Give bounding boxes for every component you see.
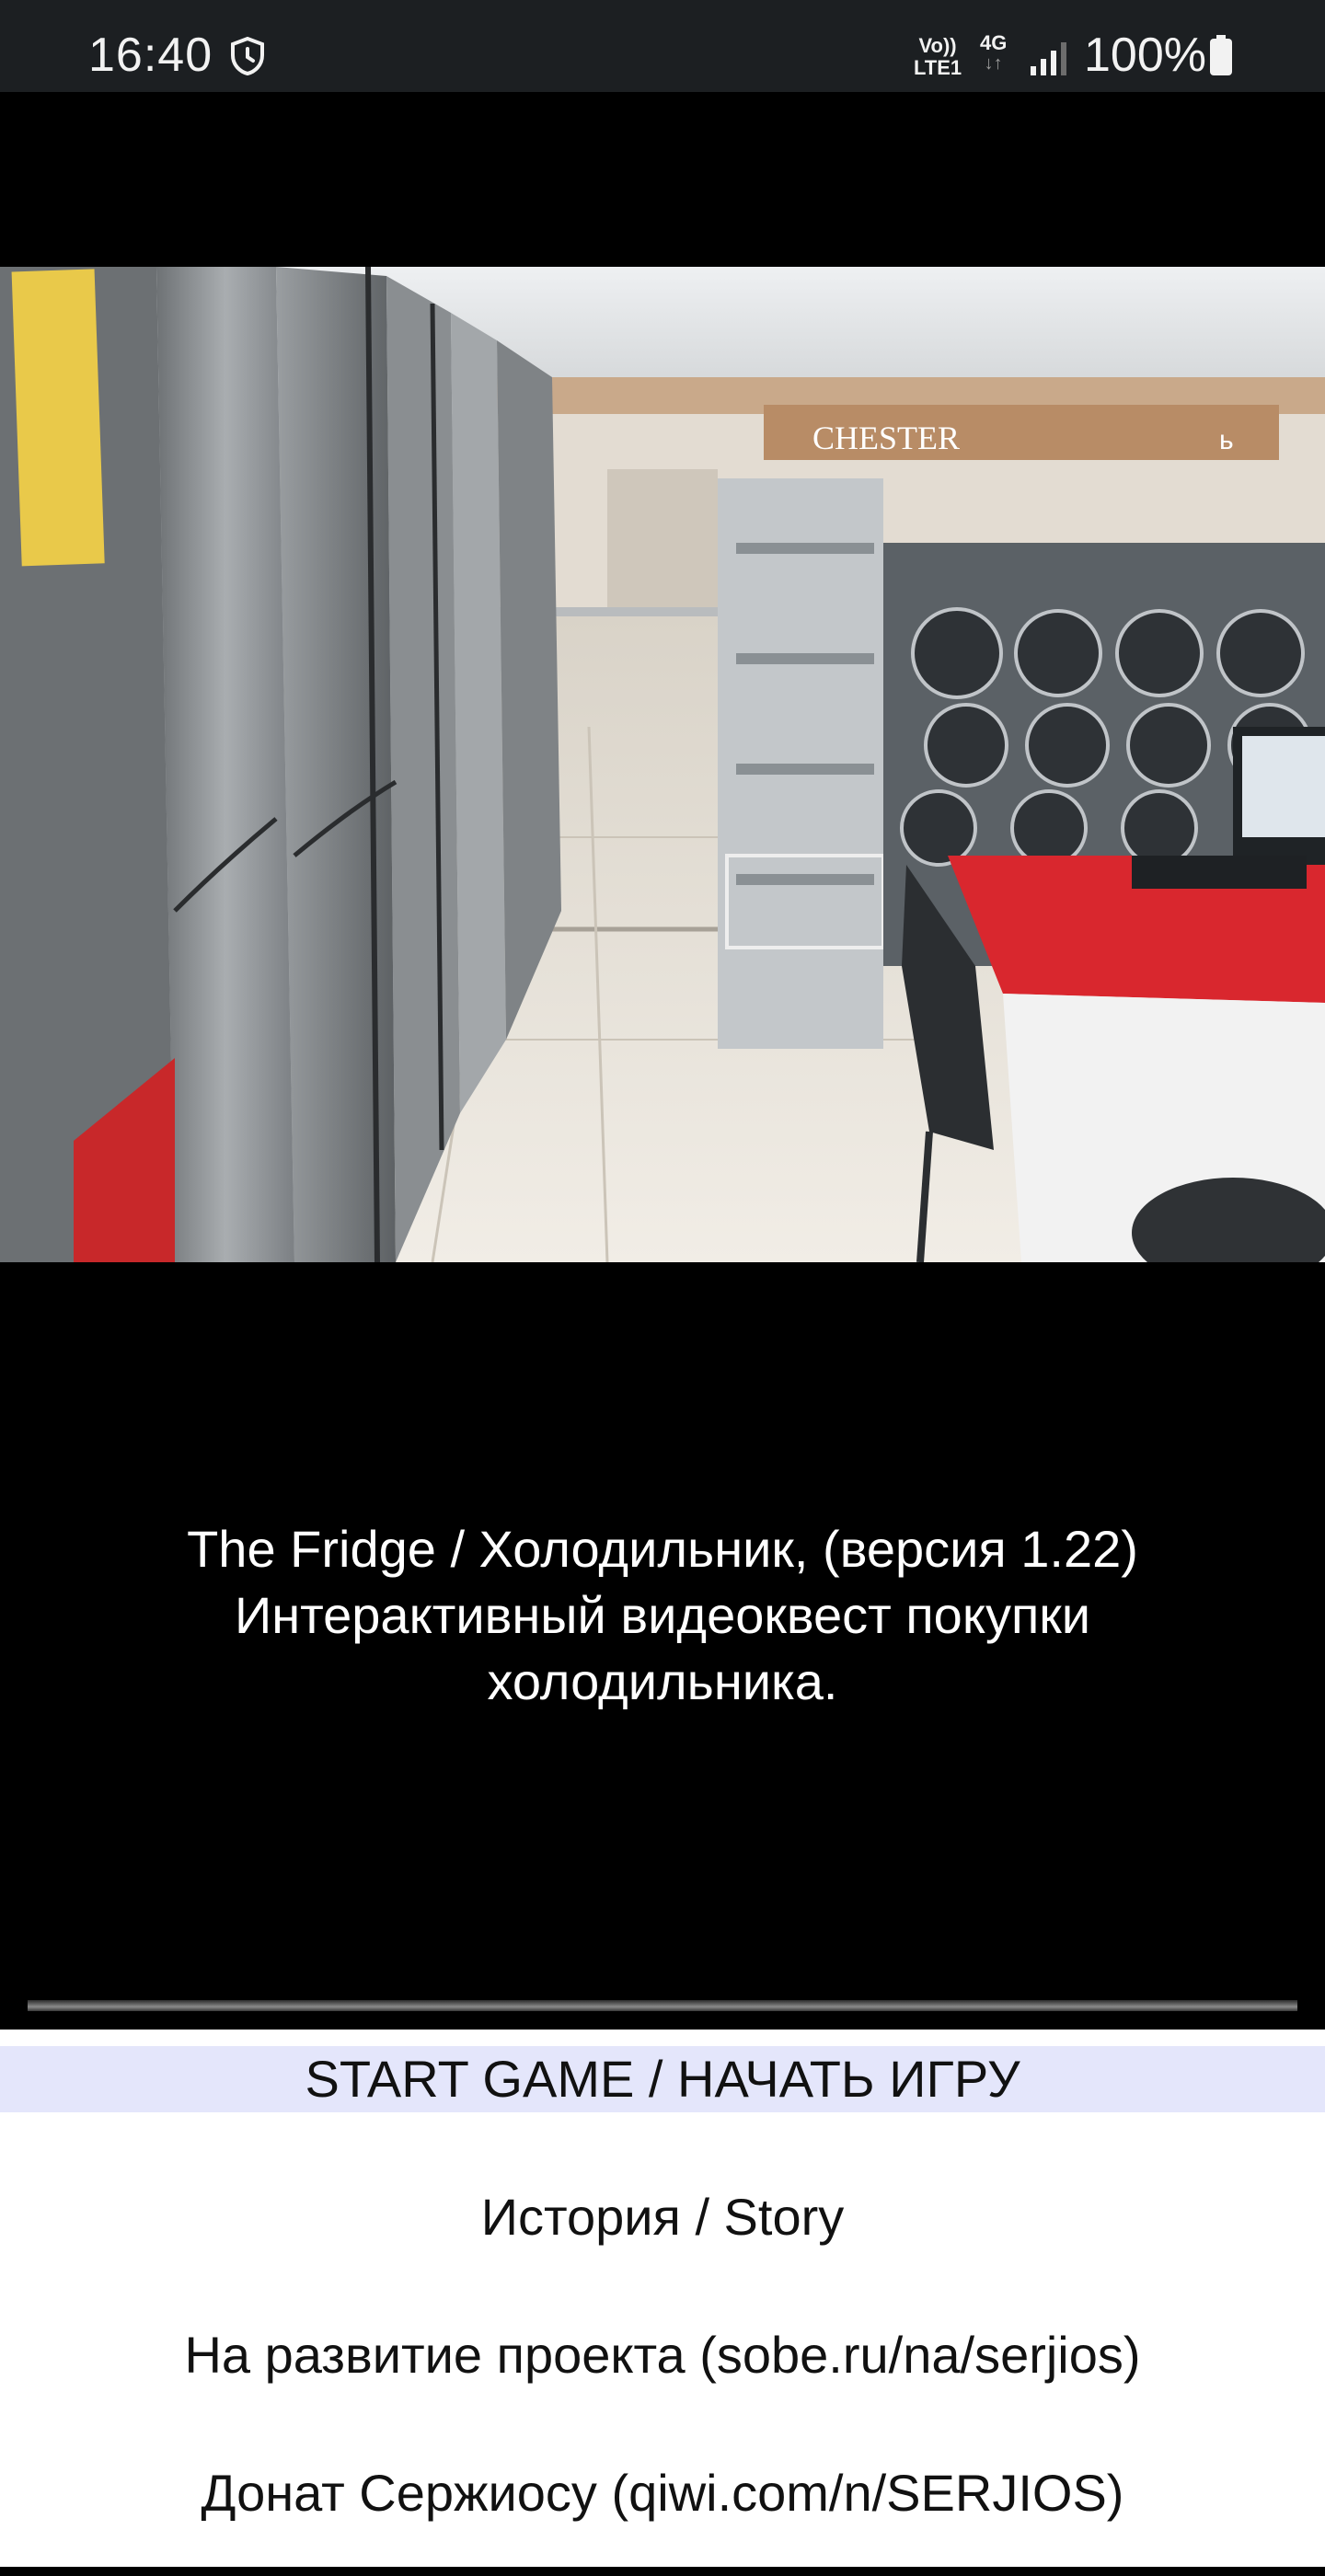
title-line-1: The Fridge / Холодильник, (версия 1.22) <box>187 1520 1138 1578</box>
status-bar: 16:40 Vo)) LTE1 4G ↓↑ 100% <box>0 0 1325 92</box>
progress-divider <box>28 2000 1297 2011</box>
title-line-2: Интерактивный видеоквест покупки <box>234 1586 1091 1644</box>
battery-icon <box>1210 35 1232 75</box>
network-type-label: 4G <box>980 31 1008 54</box>
story-button[interactable]: История / Story <box>0 2184 1325 2250</box>
bottom-edge <box>0 2567 1325 2576</box>
signal-icon <box>1031 42 1066 75</box>
store-sign-2: ь <box>1219 425 1234 455</box>
volte-top-label: Vo)) <box>918 34 957 57</box>
store-scene-image: CHESTER ь <box>0 267 1325 1262</box>
support-project-link[interactable]: На развитие проекта (sobe.ru/na/serjios) <box>0 2322 1325 2388</box>
donate-link[interactable]: Донат Сержиосу (qiwi.com/n/SERJIOS) <box>0 2460 1325 2526</box>
start-game-button[interactable]: START GAME / НАЧАТЬ ИГРУ <box>0 2046 1325 2112</box>
data-arrows-icon: ↓↑ <box>984 53 1003 74</box>
shield-clock-icon <box>231 37 264 75</box>
network-indicator: 4G ↓↑ <box>980 31 1008 75</box>
store-sign: CHESTER <box>812 420 960 456</box>
main-menu: START GAME / НАЧАТЬ ИГРУ История / Story… <box>0 2030 1325 2567</box>
volte-indicator: Vo)) LTE1 <box>914 35 962 79</box>
status-time: 16:40 <box>88 29 213 82</box>
video-frame: CHESTER ь <box>0 267 1325 1262</box>
game-title: The Fridge / Холодильник, (версия 1.22) … <box>0 1516 1325 1715</box>
title-line-3: холодильника. <box>487 1652 838 1710</box>
volte-bottom-label: LTE1 <box>914 56 962 79</box>
battery-percent: 100% <box>1084 29 1206 82</box>
